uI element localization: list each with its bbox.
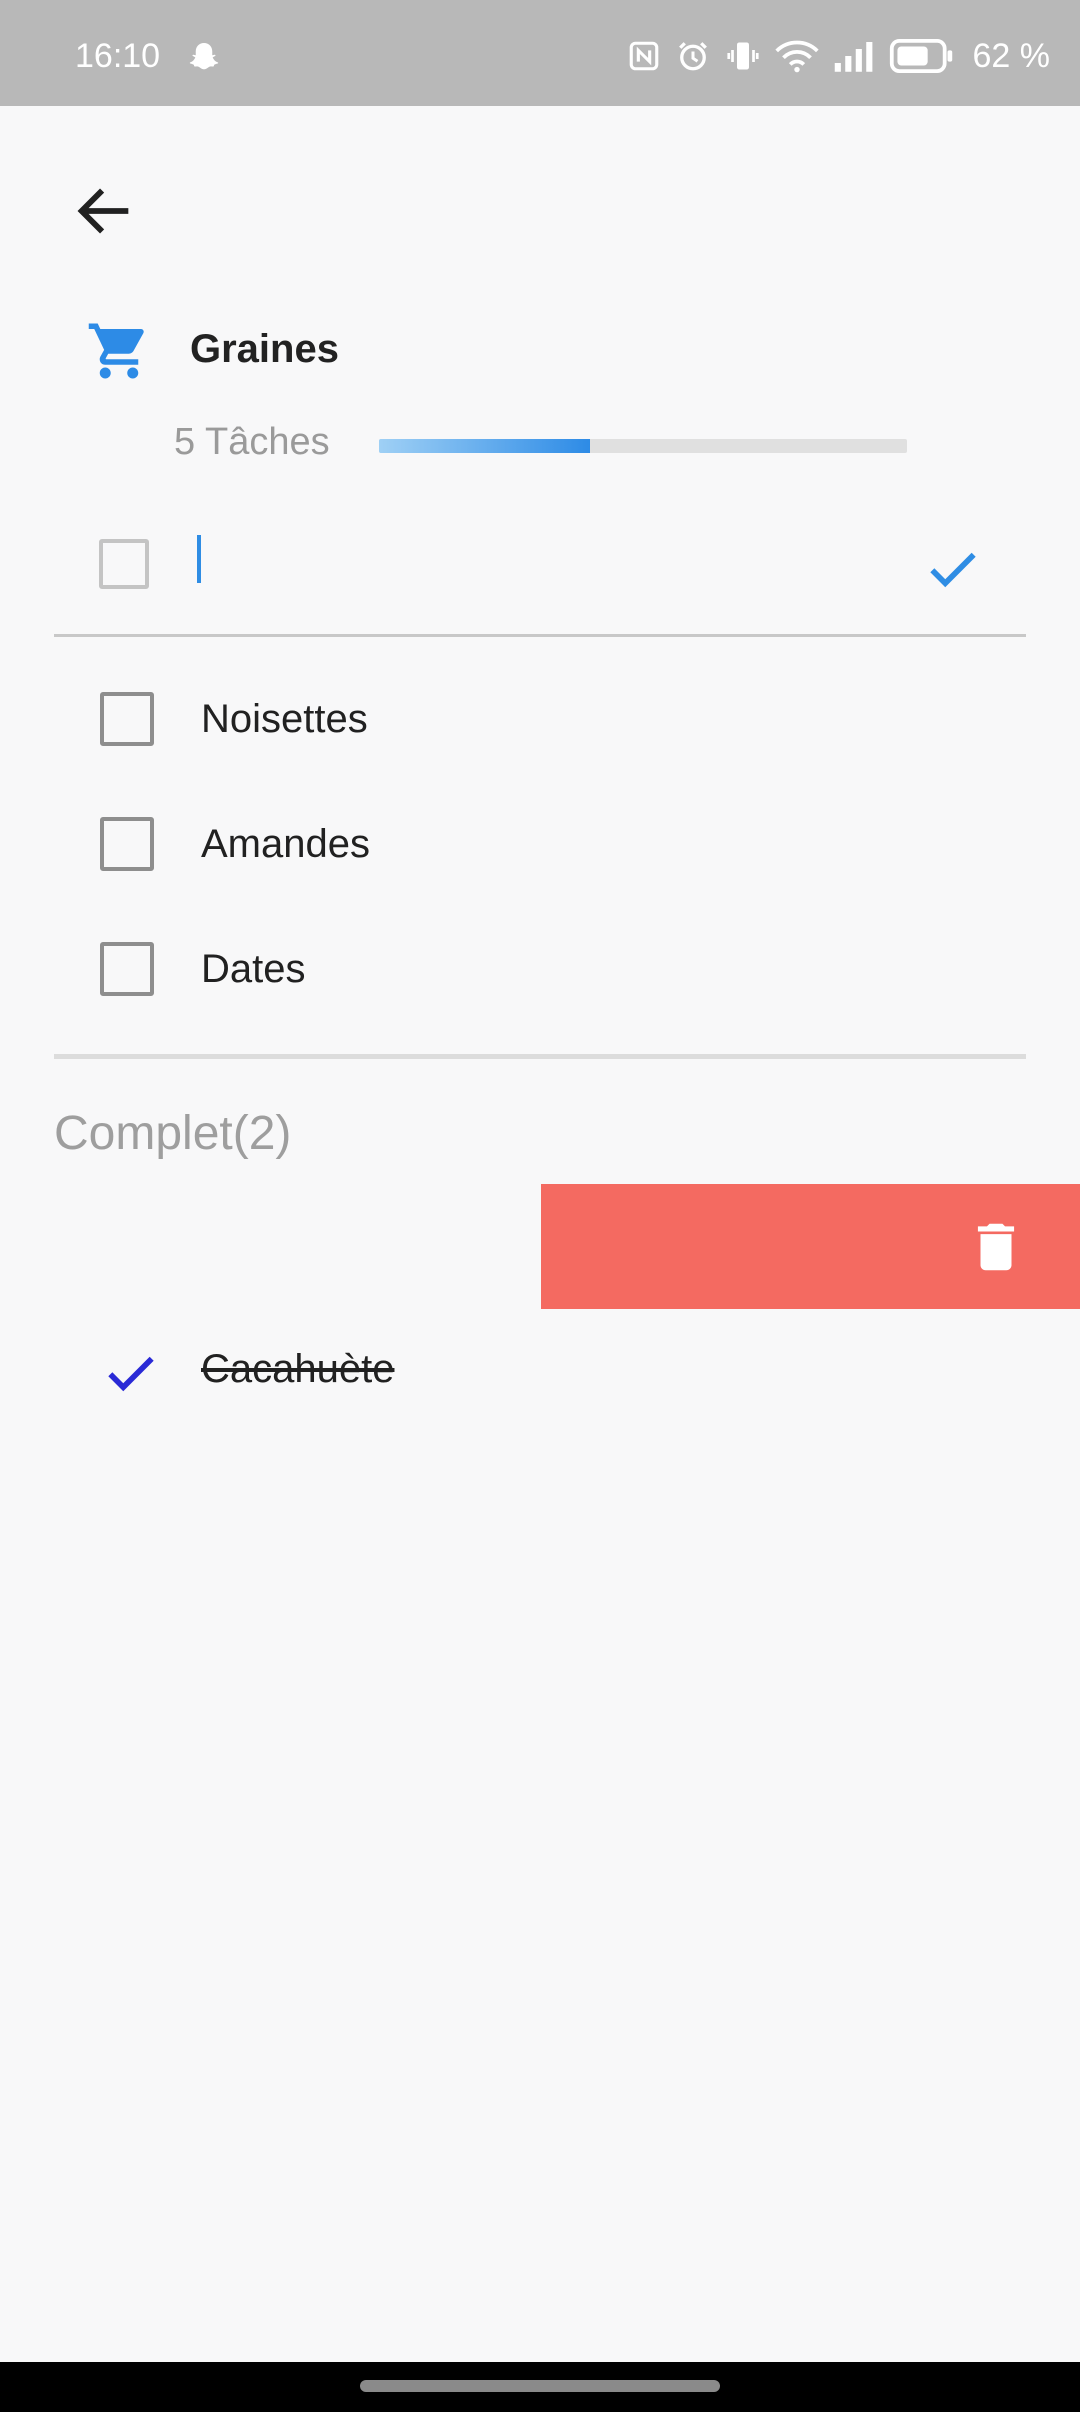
todo-checkbox[interactable]: [100, 942, 154, 996]
system-navigation-bar: [0, 2362, 1080, 2412]
battery-icon: [889, 39, 952, 73]
todo-item[interactable]: Noisettes: [54, 659, 1026, 779]
home-indicator[interactable]: [360, 2380, 720, 2392]
progress-bar-fill: [379, 439, 591, 453]
wifi-icon: [774, 40, 819, 73]
todo-item[interactable]: Amandes: [54, 784, 1026, 904]
completed-checkbox[interactable]: [100, 1342, 162, 1404]
input-underline: [54, 634, 1026, 637]
confirm-new-item-button[interactable]: [922, 538, 984, 600]
check-icon: [930, 552, 976, 588]
todo-checkbox[interactable]: [100, 692, 154, 746]
vibrate-icon: [726, 42, 759, 70]
arrow-back-icon: [77, 188, 129, 234]
snapchat-icon: [189, 43, 219, 70]
new-item-input[interactable]: [194, 536, 914, 592]
signal-icon: [834, 42, 872, 72]
battery-percentage: 62 %: [972, 36, 1051, 75]
text-cursor: [197, 535, 201, 583]
nfc-icon: [629, 41, 658, 71]
swipe-delete-action[interactable]: [541, 1184, 1080, 1309]
status-icons: 62 %: [627, 36, 1051, 76]
shopping-cart-icon: [88, 323, 144, 379]
completed-section-title: Complet(2): [54, 1107, 292, 1160]
trash-icon: [977, 1223, 1015, 1271]
alarm-icon: [678, 42, 707, 71]
todo-label: Dates: [201, 947, 306, 991]
todo-label: Noisettes: [201, 697, 368, 741]
progress-bar: [379, 439, 907, 453]
todo-checkbox[interactable]: [100, 817, 154, 871]
status-time: 16:10: [75, 37, 161, 75]
back-button[interactable]: [70, 176, 140, 246]
app-screen: 16:10 62 % Graines 5 Tâches Noisettes Am…: [0, 0, 1080, 2412]
new-item-row: [54, 510, 1026, 636]
completed-item-label: Cacahuète: [201, 1347, 395, 1391]
section-divider: [54, 1054, 1026, 1059]
status-bar: 16:10 62 %: [0, 0, 1080, 106]
todo-label: Amandes: [201, 822, 370, 866]
check-icon: [108, 1356, 154, 1392]
list-title: Graines: [190, 327, 339, 371]
completed-item[interactable]: Cacahuète: [54, 1312, 1026, 1432]
new-item-checkbox[interactable]: [99, 539, 149, 589]
task-count: 5 Tâches: [174, 421, 330, 463]
todo-item[interactable]: Dates: [54, 909, 1026, 1029]
